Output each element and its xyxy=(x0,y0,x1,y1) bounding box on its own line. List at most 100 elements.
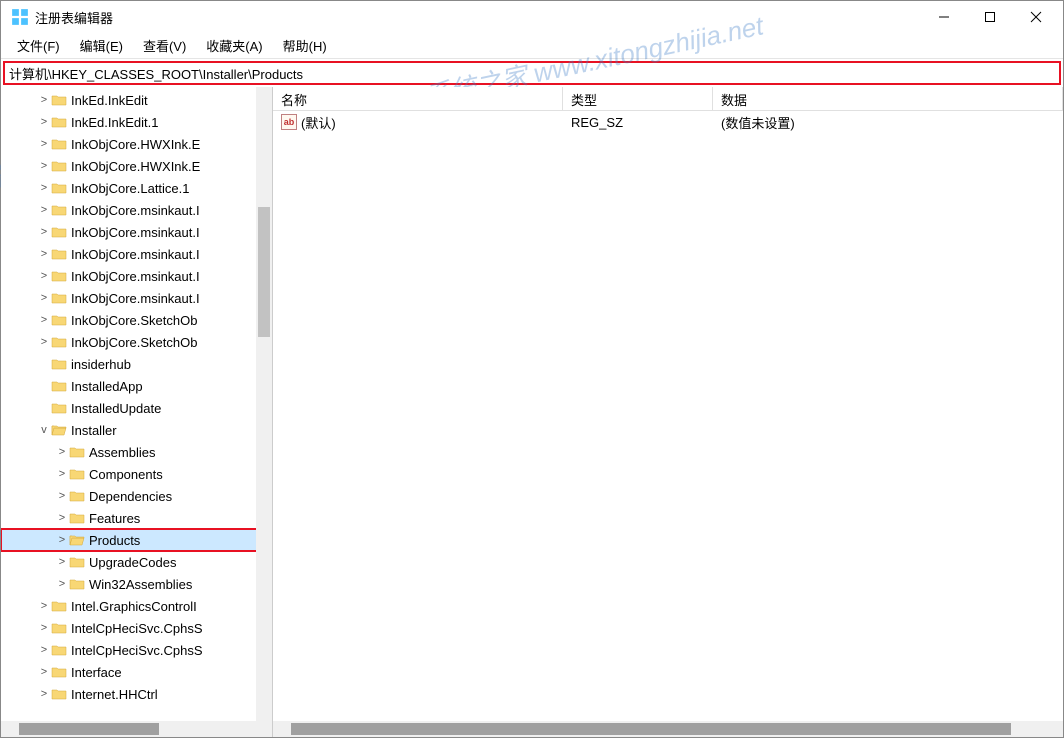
menu-view[interactable]: 查看(V) xyxy=(133,34,196,57)
expander-icon[interactable]: > xyxy=(37,644,51,656)
value-row[interactable]: ab (默认) REG_SZ (数值未设置) xyxy=(273,111,1063,133)
menu-favorites[interactable]: 收藏夹(A) xyxy=(196,34,272,57)
tree-vertical-scroll-thumb[interactable] xyxy=(258,207,270,337)
tree-item[interactable]: >InkObjCore.msinkaut.I xyxy=(1,265,272,287)
menu-file[interactable]: 文件(F) xyxy=(7,34,70,57)
tree-item[interactable]: >Internet.HHCtrl xyxy=(1,683,272,705)
expander-icon[interactable]: > xyxy=(37,292,51,304)
folder-icon xyxy=(69,445,85,459)
address-bar[interactable]: 计算机\HKEY_CLASSES_ROOT\Installer\Products xyxy=(3,61,1061,85)
maximize-button[interactable] xyxy=(967,2,1013,32)
tree-item[interactable]: > InkObjCore.HWXInk.E xyxy=(1,155,272,177)
tree-horizontal-scroll-thumb[interactable] xyxy=(19,723,159,735)
tree-item[interactable]: > Features xyxy=(1,507,272,529)
expander-icon[interactable]: > xyxy=(37,248,51,260)
tree-item[interactable]: >InkEd.InkEdit xyxy=(1,89,272,111)
expander-icon[interactable]: > xyxy=(55,446,69,458)
tree-item-label: InkObjCore.msinkaut.I xyxy=(71,291,200,306)
tree-vertical-scrollbar[interactable] xyxy=(256,87,272,721)
column-header-data[interactable]: 数据 xyxy=(713,87,1063,110)
tree-item[interactable]: ·InstalledUpdate xyxy=(1,397,272,419)
menu-edit[interactable]: 编辑(E) xyxy=(70,34,133,57)
expander-icon[interactable]: v xyxy=(37,424,51,436)
tree-item[interactable]: >InkObjCore.SketchOb xyxy=(1,331,272,353)
expander-icon[interactable]: > xyxy=(37,116,51,128)
tree-item[interactable]: > Assemblies xyxy=(1,441,272,463)
column-header-type[interactable]: 类型 xyxy=(563,87,713,110)
tree-item[interactable]: >IntelCpHeciSvc.CphsS xyxy=(1,617,272,639)
tree-item[interactable]: v Installer xyxy=(1,419,272,441)
expander-icon[interactable]: > xyxy=(37,622,51,634)
tree-item-label: InkObjCore.msinkaut.I xyxy=(71,203,200,218)
expander-icon[interactable]: > xyxy=(55,468,69,480)
expander-icon[interactable]: > xyxy=(55,512,69,524)
menu-help[interactable]: 帮助(H) xyxy=(273,34,337,57)
tree-item[interactable]: > InkObjCore.msinkaut.I xyxy=(1,287,272,309)
tree-item[interactable]: >InkObjCore.SketchOb xyxy=(1,309,272,331)
expander-icon[interactable]: > xyxy=(37,204,51,216)
content-area: >InkEd.InkEdit>InkEd.InkEdit.1>InkObjCor… xyxy=(1,87,1063,737)
tree-item[interactable]: >Interface xyxy=(1,661,272,683)
expander-icon[interactable]: > xyxy=(37,182,51,194)
tree-item-label: Assemblies xyxy=(89,445,155,460)
close-button[interactable] xyxy=(1013,2,1059,32)
folder-icon xyxy=(51,599,67,613)
tree-item-label: InkEd.InkEdit.1 xyxy=(71,115,158,130)
tree-item[interactable]: >InkObjCore.msinkaut.I xyxy=(1,221,272,243)
column-header-name[interactable]: 名称 xyxy=(273,87,563,110)
expander-icon[interactable]: > xyxy=(55,578,69,590)
tree-item[interactable]: ·InstalledApp xyxy=(1,375,272,397)
tree-item-label: Installer xyxy=(71,423,117,438)
expander-icon[interactable]: > xyxy=(37,226,51,238)
tree-item-label: Features xyxy=(89,511,140,526)
tree-item[interactable]: > Intel.GraphicsControlI xyxy=(1,595,272,617)
tree-item[interactable]: >InkObjCore.HWXInk.E xyxy=(1,133,272,155)
expander-icon[interactable]: > xyxy=(37,600,51,612)
values-pane: 名称 类型 数据 ab (默认) REG_SZ (数值未设置) xyxy=(273,87,1063,737)
tree-list: >InkEd.InkEdit>InkEd.InkEdit.1>InkObjCor… xyxy=(1,87,272,707)
folder-icon xyxy=(51,181,67,195)
tree-item[interactable]: > InkEd.InkEdit.1 xyxy=(1,111,272,133)
tree-item[interactable]: > InkObjCore.msinkaut.I xyxy=(1,199,272,221)
expander-icon[interactable]: > xyxy=(37,688,51,700)
tree-item[interactable]: >Win32Assemblies xyxy=(1,573,272,595)
expander-icon[interactable]: · xyxy=(37,402,51,414)
expander-icon[interactable]: > xyxy=(37,270,51,282)
folder-icon xyxy=(51,93,67,107)
tree-item[interactable]: >IntelCpHeciSvc.CphsS xyxy=(1,639,272,661)
tree-item-label: InkObjCore.HWXInk.E xyxy=(71,159,200,174)
expander-icon[interactable]: · xyxy=(37,380,51,392)
expander-icon[interactable]: > xyxy=(55,556,69,568)
folder-icon xyxy=(51,401,67,415)
tree-item[interactable]: >InkObjCore.msinkaut.I xyxy=(1,243,272,265)
window-controls xyxy=(921,2,1059,32)
tree-item-label: Components xyxy=(89,467,163,482)
tree-horizontal-scrollbar[interactable] xyxy=(1,721,272,737)
expander-icon[interactable]: > xyxy=(37,138,51,150)
tree-item[interactable]: >UpgradeCodes xyxy=(1,551,272,573)
expander-icon[interactable]: > xyxy=(55,534,69,546)
expander-icon[interactable]: > xyxy=(37,666,51,678)
folder-icon xyxy=(51,357,67,371)
folder-icon xyxy=(51,687,67,701)
expander-icon[interactable]: > xyxy=(37,160,51,172)
folder-icon xyxy=(69,555,85,569)
minimize-button[interactable] xyxy=(921,2,967,32)
expander-icon[interactable]: > xyxy=(37,336,51,348)
registry-editor-window: 系统之家 www.xitongzhijia.net 系统之家 www.xiton… xyxy=(0,0,1064,738)
tree-item[interactable]: >Products xyxy=(1,529,272,551)
tree-scroll[interactable]: >InkEd.InkEdit>InkEd.InkEdit.1>InkObjCor… xyxy=(1,87,272,721)
expander-icon[interactable]: > xyxy=(37,94,51,106)
folder-icon xyxy=(69,577,85,591)
expander-icon[interactable]: · xyxy=(37,358,51,370)
regedit-app-icon xyxy=(11,8,29,26)
tree-item[interactable]: >InkObjCore.Lattice.1 xyxy=(1,177,272,199)
tree-item-label: Intel.GraphicsControlI xyxy=(71,599,197,614)
values-horizontal-scrollbar[interactable] xyxy=(273,721,1063,737)
expander-icon[interactable]: > xyxy=(37,314,51,326)
tree-item[interactable]: ·insiderhub xyxy=(1,353,272,375)
expander-icon[interactable]: > xyxy=(55,490,69,502)
values-horizontal-scroll-thumb[interactable] xyxy=(291,723,1011,735)
tree-item[interactable]: > Components xyxy=(1,463,272,485)
tree-item[interactable]: >Dependencies xyxy=(1,485,272,507)
